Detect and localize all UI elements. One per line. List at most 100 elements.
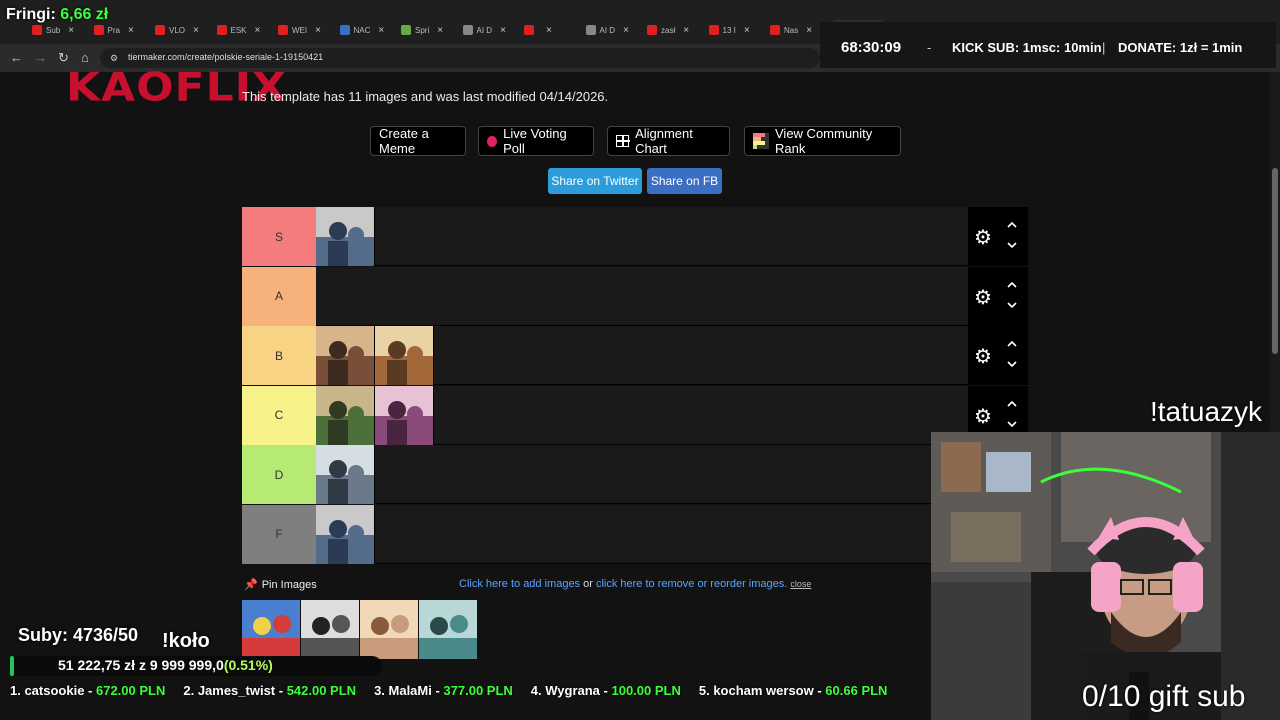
browser-tab[interactable]: VLO ×: [155, 22, 199, 38]
browser-tab[interactable]: ×: [524, 22, 552, 38]
gear-icon[interactable]: ⚙: [974, 344, 992, 369]
tab-close-icon[interactable]: ×: [193, 25, 199, 36]
tab-close-icon[interactable]: ×: [128, 25, 134, 36]
subs-counter: Suby: 4736/50: [18, 625, 139, 645]
tier-controls: ⚙: [968, 326, 1028, 385]
tab-close-icon[interactable]: ×: [315, 25, 321, 36]
home-icon[interactable]: ⌂: [81, 50, 89, 65]
screen: Sub × Pra × VLO × ESK × WEI × NAC × Spri × AI D × × AI D ×…: [0, 0, 1280, 720]
tier-label[interactable]: C: [242, 385, 316, 445]
tier-label[interactable]: F: [242, 504, 316, 564]
tab-close-icon[interactable]: ×: [623, 25, 629, 36]
webcam-feed: [931, 432, 1280, 720]
gift-sub-counter: 0/10 gift sub: [1082, 680, 1246, 713]
kick-sub-rate: KICK SUB: 1msc: 10min: [952, 40, 1102, 55]
tab-label: zasł: [661, 25, 676, 35]
browser-tab[interactable]: Nas ×: [770, 22, 812, 38]
chevron-up-icon[interactable]: [1006, 398, 1018, 410]
tier-image[interactable]: [316, 326, 375, 385]
donor-entry: 4. Wygrana - 100.00 PLN: [531, 683, 681, 703]
donation-goal-text: 51 222,75 zł z 9 999 999,0(0.51%): [58, 657, 273, 673]
pin-images-toggle[interactable]: 📌 Pin Images: [244, 578, 317, 591]
or-text: or: [580, 578, 596, 590]
scroll-thumb[interactable]: [1272, 168, 1278, 354]
reorder-images-link[interactable]: click here to remove or reorder images.: [596, 578, 787, 590]
tab-close-icon[interactable]: ×: [683, 25, 689, 36]
browser-tab[interactable]: 13 I ×: [708, 22, 750, 38]
view-community-rank-label: View Community Rank: [775, 126, 873, 156]
pin-images-label: Pin Images: [261, 579, 317, 591]
tab-label: WEI: [292, 25, 308, 35]
chevron-up-icon[interactable]: [1006, 338, 1018, 350]
tab-close-icon[interactable]: ×: [806, 25, 812, 36]
browser-tab[interactable]: NAC ×: [339, 22, 384, 38]
gear-icon[interactable]: ⚙: [974, 225, 992, 250]
tab-close-icon[interactable]: ×: [378, 25, 384, 36]
tab-label: Nas: [784, 25, 799, 35]
chevron-up-icon[interactable]: [1006, 219, 1018, 231]
browser-tab[interactable]: Spri ×: [401, 22, 443, 38]
grid-icon: [616, 135, 631, 147]
tier-items: [316, 445, 375, 504]
tab-close-icon[interactable]: ×: [68, 25, 74, 36]
tab-close-icon[interactable]: ×: [500, 25, 506, 36]
donor-amount: 672.00 PLN: [95, 683, 166, 698]
separator: |: [1102, 40, 1106, 55]
live-voting-poll-button[interactable]: Live Voting Poll: [478, 126, 594, 156]
tier-label[interactable]: D: [242, 445, 316, 504]
chevron-down-icon[interactable]: [1006, 239, 1018, 251]
browser-tab[interactable]: ESK ×: [216, 22, 261, 38]
chevron-up-icon[interactable]: [1006, 279, 1018, 291]
tab-favicon-icon: [524, 25, 534, 35]
tier-label[interactable]: A: [242, 266, 316, 326]
tier-image[interactable]: [316, 385, 375, 445]
donor-amount: 377.00 PLN: [443, 683, 513, 698]
alignment-chart-label: Alignment Chart: [635, 126, 693, 156]
kolo-command: !koło: [162, 630, 210, 652]
share-twitter-button[interactable]: Share on Twitter: [548, 168, 642, 194]
tier-image[interactable]: [316, 445, 375, 504]
pool-image[interactable]: [419, 600, 478, 659]
browser-tab[interactable]: AI D ×: [585, 22, 629, 38]
tier-row: S ⚙: [242, 207, 1028, 266]
chevron-down-icon[interactable]: [1006, 358, 1018, 370]
tier-image[interactable]: [375, 385, 434, 445]
tab-label: Sub: [46, 25, 61, 35]
create-meme-button[interactable]: Create a Meme: [370, 126, 466, 156]
site-info-icon[interactable]: ⚙: [110, 53, 118, 64]
donor-entry: 2. James_twist - 542.00 PLN: [183, 683, 356, 703]
tier-image[interactable]: [316, 504, 375, 564]
browser-tab[interactable]: WEI ×: [278, 22, 321, 38]
tab-label: AI D: [476, 25, 493, 35]
add-images-link[interactable]: Click here to add images: [459, 578, 580, 590]
pool-image[interactable]: [242, 600, 301, 659]
tab-close-icon[interactable]: ×: [437, 25, 443, 36]
tier-image[interactable]: [375, 326, 434, 385]
tab-close-icon[interactable]: ×: [744, 25, 750, 36]
gear-icon[interactable]: ⚙: [974, 404, 992, 429]
pool-image[interactable]: [301, 600, 360, 659]
tab-favicon-icon: [93, 25, 104, 35]
view-community-rank-button[interactable]: View Community Rank: [744, 126, 901, 156]
tab-close-icon[interactable]: ×: [255, 25, 261, 36]
browser-tab[interactable]: zasł ×: [647, 22, 689, 38]
tab-close-icon[interactable]: ×: [546, 25, 552, 36]
chevron-down-icon[interactable]: [1006, 418, 1018, 430]
pool-image[interactable]: [360, 600, 419, 659]
back-icon[interactable]: ←: [10, 50, 23, 65]
browser-tab[interactable]: Sub ×: [32, 22, 74, 38]
tier-image[interactable]: [316, 207, 375, 266]
tab-favicon-icon: [585, 25, 596, 35]
alignment-chart-button[interactable]: Alignment Chart: [607, 126, 730, 156]
browser-tab[interactable]: Pra ×: [93, 22, 134, 38]
share-fb-button[interactable]: Share on FB: [647, 168, 722, 194]
close-link[interactable]: close: [790, 579, 811, 589]
pin-icon: 📌: [244, 579, 258, 591]
tier-label[interactable]: B: [242, 326, 316, 385]
browser-tab[interactable]: AI D ×: [462, 22, 506, 38]
gear-icon[interactable]: ⚙: [974, 285, 992, 310]
tier-label[interactable]: S: [242, 207, 316, 266]
tab-label: AI D: [599, 25, 616, 35]
chevron-down-icon[interactable]: [1006, 299, 1018, 311]
forward-icon[interactable]: →: [34, 50, 47, 65]
